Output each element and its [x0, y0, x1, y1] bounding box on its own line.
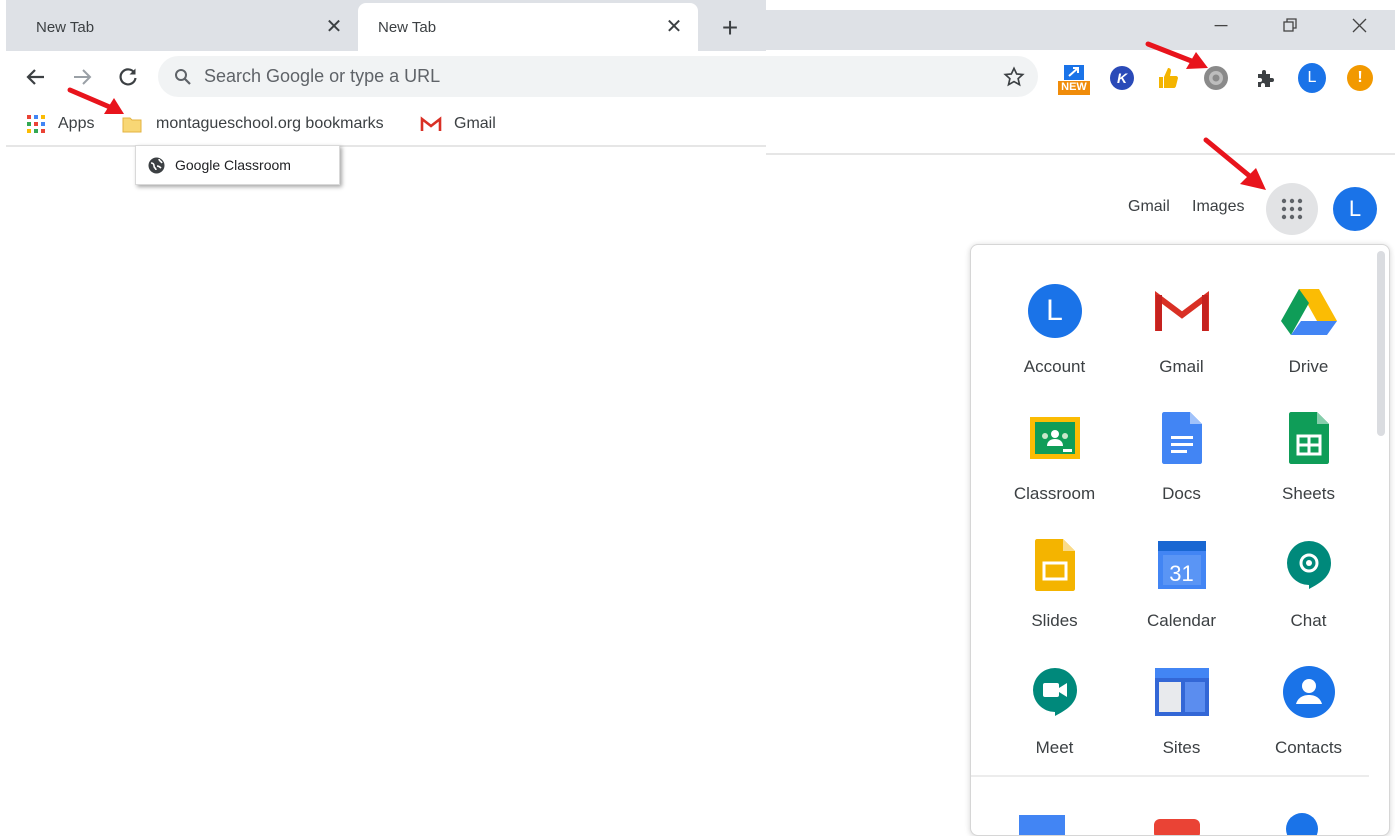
- images-link[interactable]: Images: [1192, 198, 1244, 216]
- k-extension-icon: K: [1110, 66, 1134, 90]
- bookmark-label: montagueschool.org bookmarks: [156, 115, 384, 132]
- app-sites[interactable]: Sites: [1118, 648, 1245, 775]
- profile-button[interactable]: L: [1298, 63, 1326, 93]
- classroom-icon: [1025, 408, 1085, 468]
- sites-icon: [1152, 662, 1212, 722]
- app-meet[interactable]: Meet: [991, 648, 1118, 775]
- omnibox-input[interactable]: [202, 65, 746, 88]
- search-icon: [175, 68, 191, 85]
- sheets-icon: [1279, 408, 1339, 468]
- google-header: Gmail Images L: [766, 155, 1395, 245]
- app-label: Docs: [1162, 484, 1201, 503]
- app-label: Chat: [1290, 611, 1327, 630]
- apps-grid: L Account Gmail Drive Classroom Docs She…: [991, 267, 1371, 775]
- dropdown-item-label: Google Classroom: [175, 157, 291, 173]
- docs-icon: [1152, 408, 1212, 468]
- alert-icon: !: [1347, 65, 1373, 91]
- app-slides[interactable]: Slides: [991, 521, 1118, 648]
- right-window-titlebar: ─: [766, 10, 1395, 50]
- meet-icon: [1025, 662, 1085, 722]
- bookmark-gmail[interactable]: Gmail: [420, 109, 496, 139]
- gmail-icon: [1152, 281, 1212, 341]
- app-label: Contacts: [1274, 738, 1343, 757]
- gmail-link[interactable]: Gmail: [1128, 198, 1170, 216]
- bookmark-folder-montagueschool[interactable]: montagueschool.org bookmarks: [122, 109, 384, 139]
- gmail-icon: [420, 116, 442, 131]
- panel-scrollbar[interactable]: [1377, 251, 1385, 436]
- contacts-icon: [1279, 662, 1339, 722]
- app-label: Slides: [1031, 611, 1078, 630]
- google-apps-button[interactable]: [1266, 183, 1318, 235]
- tab-new-tab-1[interactable]: New Tab ✕: [6, 3, 358, 51]
- dropdown-item-google-classroom[interactable]: Google Classroom: [148, 157, 291, 174]
- left-tab-strip: New Tab ✕ New Tab ✕ +: [6, 0, 766, 51]
- slides-icon: [1025, 535, 1085, 595]
- extension-new-badge[interactable]: NEW: [1056, 62, 1092, 98]
- restore-icon: [1283, 18, 1297, 32]
- close-icon: [1352, 18, 1366, 32]
- app-label: Sites: [1162, 738, 1201, 757]
- star-icon[interactable]: [1003, 66, 1025, 88]
- app-label: Sheets: [1282, 484, 1335, 503]
- close-window-button[interactable]: [1336, 10, 1382, 40]
- bookmark-folder-dropdown: Google Classroom: [135, 145, 340, 185]
- extension-k[interactable]: K: [1108, 64, 1136, 92]
- account-icon: L: [1025, 281, 1085, 341]
- calendar-day-number: 31: [1169, 561, 1194, 586]
- apps-dots-icon: [1281, 198, 1303, 220]
- tab-title: New Tab: [378, 18, 437, 36]
- back-button[interactable]: [20, 61, 52, 93]
- app-docs[interactable]: Docs: [1118, 394, 1245, 521]
- app-label: Meet: [1035, 738, 1074, 757]
- annotation-arrow-icon: [1145, 41, 1208, 69]
- globe-icon: [148, 157, 165, 173]
- annotation-arrow-icon: [1203, 137, 1266, 190]
- omnibox[interactable]: [158, 56, 778, 97]
- app-label: Classroom: [1013, 484, 1096, 503]
- close-icon[interactable]: ✕: [322, 14, 346, 38]
- app-calendar[interactable]: 31 Calendar: [1118, 521, 1245, 648]
- google-apps-panel: L Account Gmail Drive Classroom Docs She…: [970, 244, 1390, 836]
- partial-app-icon: [1154, 819, 1200, 835]
- app-sheets[interactable]: Sheets: [1245, 394, 1372, 521]
- update-alert-button[interactable]: !: [1346, 64, 1374, 92]
- annotation-arrow-icon: [67, 87, 124, 114]
- new-badge-text: NEW: [1061, 81, 1087, 93]
- new-tab-button[interactable]: +: [712, 10, 748, 46]
- account-avatar-button[interactable]: L: [1333, 187, 1377, 231]
- tab-new-tab-2[interactable]: New Tab ✕: [358, 3, 698, 51]
- chat-icon: [1279, 535, 1339, 595]
- drive-icon: [1279, 281, 1339, 341]
- app-gmail[interactable]: Gmail: [1118, 267, 1245, 394]
- app-classroom[interactable]: Classroom: [991, 394, 1118, 521]
- app-label: Gmail: [1159, 357, 1204, 376]
- omnibox-right-part[interactable]: [766, 56, 1038, 97]
- right-toolbar: NEW K L !: [766, 50, 1395, 105]
- restore-button[interactable]: [1267, 10, 1313, 40]
- app-contacts[interactable]: Contacts: [1245, 648, 1372, 775]
- app-label: Calendar: [1147, 611, 1216, 630]
- calendar-icon: 31: [1152, 535, 1212, 595]
- avatar: L: [1298, 63, 1326, 93]
- app-drive[interactable]: Drive: [1245, 267, 1372, 394]
- app-label: Account: [1023, 357, 1086, 376]
- panel-divider: [971, 775, 1369, 777]
- app-chat[interactable]: Chat: [1245, 521, 1372, 648]
- arrow-left-icon: [26, 69, 44, 85]
- bookmark-label: Gmail: [454, 115, 496, 132]
- app-account[interactable]: L Account: [991, 267, 1118, 394]
- apps-grid-icon: [27, 115, 45, 133]
- minimize-button[interactable]: ─: [1198, 10, 1244, 40]
- account-letter: L: [1027, 284, 1082, 338]
- extensions-puzzle-button[interactable]: [1252, 64, 1280, 92]
- puzzle-icon: [1258, 70, 1274, 87]
- partial-app-icon: [1019, 815, 1065, 835]
- close-icon[interactable]: ✕: [662, 14, 686, 38]
- app-label: Drive: [1288, 357, 1329, 376]
- tab-title: New Tab: [36, 18, 95, 36]
